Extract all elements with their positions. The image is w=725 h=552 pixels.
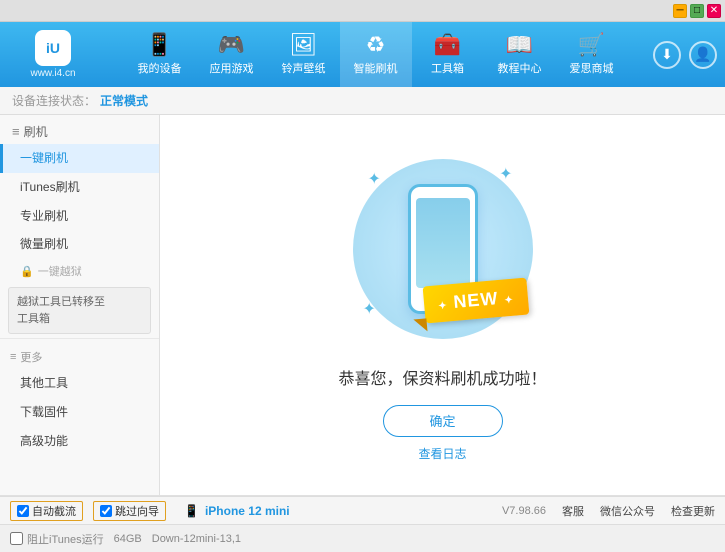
device-storage: 64GB <box>114 533 142 545</box>
auto-speed-checkbox[interactable] <box>17 505 29 517</box>
nav-toolbox[interactable]: 🧰 工具箱 <box>412 22 484 87</box>
confirm-button[interactable]: 确定 <box>383 405 503 437</box>
sidebar-divider <box>0 338 159 339</box>
phone-screen <box>416 198 470 288</box>
nav-tutorial[interactable]: 📖 教程中心 <box>484 22 556 87</box>
skip-wizard-label: 跳过向导 <box>115 503 159 519</box>
sparkle-tr: ✦ <box>499 164 512 184</box>
nav-right-buttons: ⬇ 👤 <box>653 41 717 69</box>
star-right: ✦ <box>504 294 514 306</box>
more-label: 更多 <box>20 349 42 365</box>
sidebar-item-itunes-flash[interactable]: iTunes刷机 <box>0 173 159 202</box>
sidebar-section-flash: ≡ 刷机 <box>0 115 159 144</box>
minimize-button[interactable]: ─ <box>673 4 687 18</box>
sidebar-item-save-flash[interactable]: 微量刷机 <box>0 230 159 259</box>
stop-itunes-checkbox[interactable] <box>10 532 23 545</box>
lock-icon: 🔒 <box>20 265 34 278</box>
nav-items: 📱 我的设备 🎮 应用游戏 🖼 铃声壁纸 ♻ 智能刷机 🧰 工具箱 📖 教程中心… <box>98 22 653 87</box>
nav-wallpaper-label: 铃声壁纸 <box>282 60 326 76</box>
close-button[interactable]: ✕ <box>707 4 721 18</box>
status-value: 正常模式 <box>100 92 148 109</box>
bottom-section: 自动截流 跳过向导 📱 iPhone 12 mini V7.98.66 客服 微… <box>0 495 725 551</box>
maximize-button[interactable]: □ <box>690 4 704 18</box>
nav-store[interactable]: 🛒 爱思商城 <box>556 22 628 87</box>
tutorial-icon: 📖 <box>506 34 533 56</box>
device-model: Down-12mini-13,1 <box>152 533 241 545</box>
version-text: V7.98.66 <box>502 505 546 517</box>
bottom-right-controls: V7.98.66 客服 微信公众号 检查更新 <box>502 503 715 519</box>
main-layout: ≡ 刷机 一键刷机 iTunes刷机 专业刷机 微量刷机 🔒 一键越狱 越狱工具… <box>0 115 725 495</box>
sidebar-item-advanced[interactable]: 高级功能 <box>0 427 159 456</box>
skip-wizard-checkbox[interactable] <box>100 505 112 517</box>
smart-flash-icon: ♻ <box>366 34 386 56</box>
logo-icon: iU <box>35 30 71 66</box>
nav-smart-flash-label: 智能刷机 <box>354 60 398 76</box>
flash-section-title: 刷机 <box>24 123 48 140</box>
status-bar: 设备连接状态： 正常模式 <box>0 87 725 115</box>
bottom-top-row: 自动截流 跳过向导 📱 iPhone 12 mini V7.98.66 客服 微… <box>0 496 725 524</box>
sidebar-item-download-firmware[interactable]: 下载固件 <box>0 398 159 427</box>
logo-area: iU www.i4.cn <box>8 30 98 79</box>
sidebar-item-other-tools[interactable]: 其他工具 <box>0 369 159 398</box>
phone-illustration: ✦ ✦ ✦ ✦ NEW ✦ <box>343 149 543 349</box>
device-info: 📱 iPhone 12 mini <box>184 504 290 518</box>
my-device-icon: 📱 <box>146 34 173 56</box>
nav-apps-games[interactable]: 🎮 应用游戏 <box>196 22 268 87</box>
nav-store-label: 爱思商城 <box>570 60 614 76</box>
user-button[interactable]: 👤 <box>689 41 717 69</box>
skip-wizard-checkbox-item[interactable]: 跳过向导 <box>93 501 166 521</box>
locked-label: 一键越狱 <box>38 263 82 279</box>
nav-wallpaper[interactable]: 🖼 铃声壁纸 <box>268 22 340 87</box>
sparkle-tl: ✦ <box>368 169 381 189</box>
top-navigation: iU www.i4.cn 📱 我的设备 🎮 应用游戏 🖼 铃声壁纸 ♻ 智能刷机… <box>0 22 725 87</box>
device-icon: 📱 <box>184 504 199 518</box>
sidebar-item-pro-flash[interactable]: 专业刷机 <box>0 202 159 231</box>
content-area: ✦ ✦ ✦ ✦ NEW ✦ 恭喜您，保资料刷机成功啦！ 确定 查看日志 <box>160 115 725 495</box>
nav-toolbox-label: 工具箱 <box>431 60 464 76</box>
success-message: 恭喜您，保资料刷机成功啦！ <box>338 365 546 389</box>
auto-speed-label: 自动截流 <box>32 503 76 519</box>
nav-my-device-label: 我的设备 <box>138 60 182 76</box>
apps-games-icon: 🎮 <box>218 34 245 56</box>
update-link[interactable]: 检查更新 <box>671 503 715 519</box>
nav-tutorial-label: 教程中心 <box>498 60 542 76</box>
wechat-link[interactable]: 微信公众号 <box>600 503 655 519</box>
sparkle-bl: ✦ <box>363 299 376 319</box>
wallpaper-icon: 🖼 <box>290 34 318 56</box>
star-left: ✦ <box>438 300 448 312</box>
nav-my-device[interactable]: 📱 我的设备 <box>124 22 196 87</box>
sidebar-locked-jailbreak: 🔒 一键越狱 <box>0 259 159 283</box>
checkbox-area: 自动截流 跳过向导 <box>10 501 166 521</box>
auto-speed-checkbox-item[interactable]: 自动截流 <box>10 501 83 521</box>
logo-text: www.i4.cn <box>30 68 75 79</box>
bottom-bottom-row: 阻止iTunes运行 64GB Down-12mini-13,1 <box>0 524 725 552</box>
sidebar-item-one-click-flash[interactable]: 一键刷机 <box>0 144 159 173</box>
flash-section-icon: ≡ <box>12 124 20 139</box>
nav-apps-games-label: 应用游戏 <box>210 60 254 76</box>
toolbox-icon: 🧰 <box>434 34 461 56</box>
sidebar: ≡ 刷机 一键刷机 iTunes刷机 专业刷机 微量刷机 🔒 一键越狱 越狱工具… <box>0 115 160 495</box>
status-label: 设备连接状态： <box>12 92 96 109</box>
download-button[interactable]: ⬇ <box>653 41 681 69</box>
more-icon: ≡ <box>10 351 16 363</box>
jailbreak-notice: 越狱工具已转移至工具箱 <box>8 287 151 334</box>
title-bar: ─ □ ✕ <box>0 0 725 22</box>
store-icon: 🛒 <box>578 34 605 56</box>
goto-log-link[interactable]: 查看日志 <box>418 445 466 462</box>
new-text: NEW <box>452 288 499 312</box>
device-name: iPhone 12 mini <box>205 504 290 518</box>
service-link[interactable]: 客服 <box>562 503 584 519</box>
sidebar-more-section: ≡ 更多 <box>0 343 159 369</box>
nav-smart-flash[interactable]: ♻ 智能刷机 <box>340 22 412 87</box>
stop-itunes-label: 阻止iTunes运行 <box>27 531 104 547</box>
stop-itunes-area[interactable]: 阻止iTunes运行 <box>10 531 104 547</box>
